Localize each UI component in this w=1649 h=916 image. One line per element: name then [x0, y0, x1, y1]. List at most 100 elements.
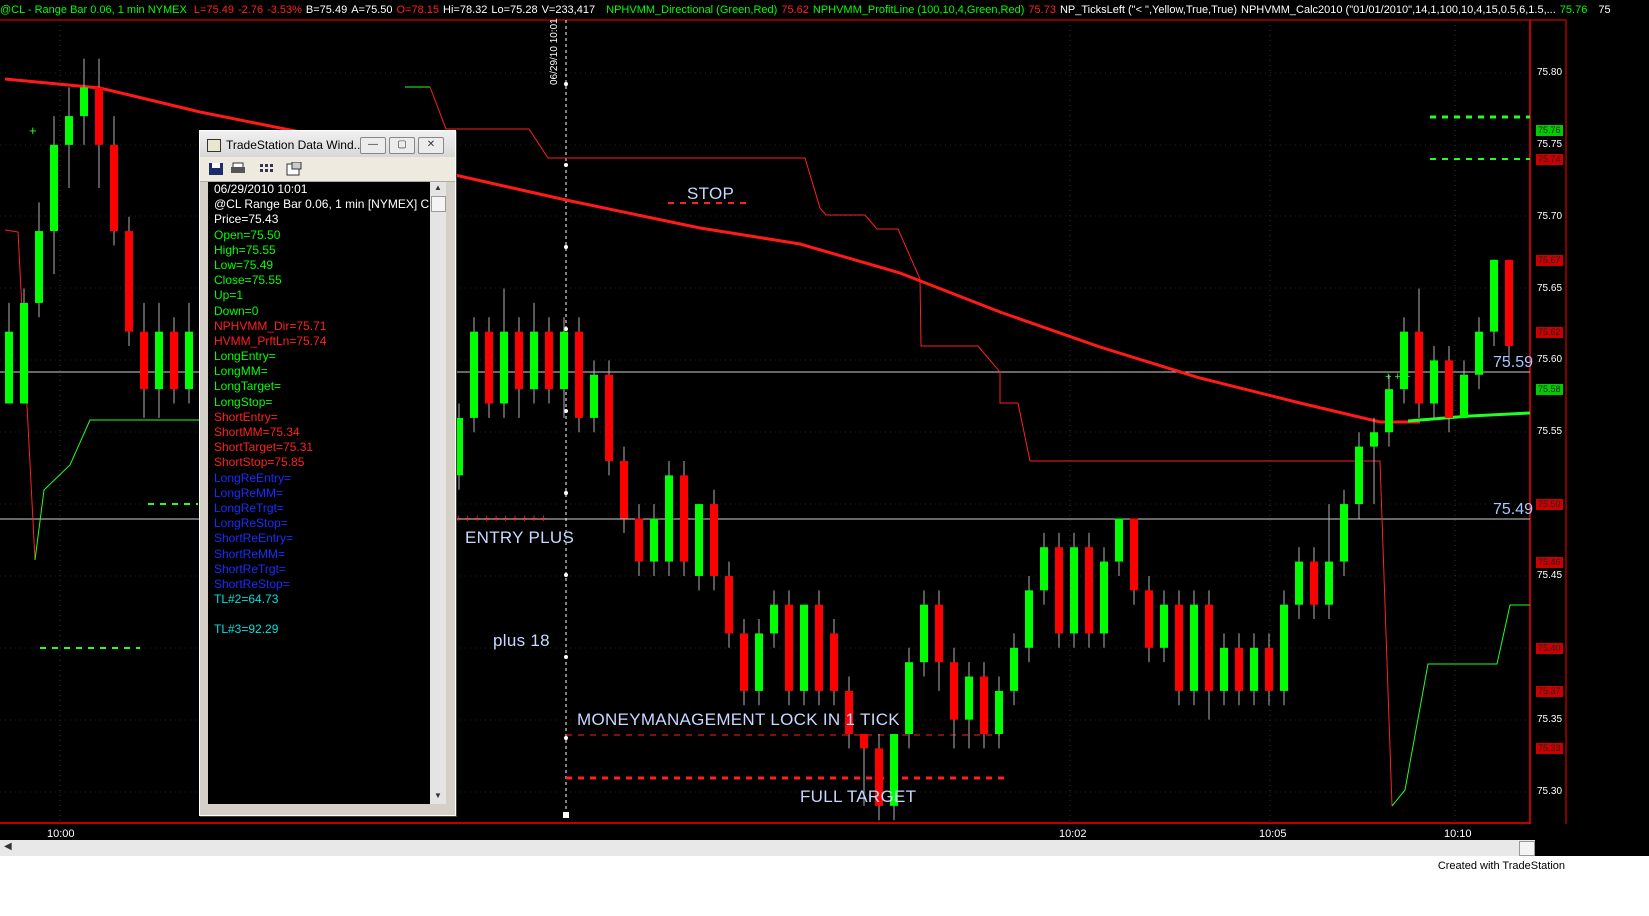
chart-horizontal-scrollbar[interactable]: ◀	[0, 840, 1535, 856]
candle-body-down	[605, 374, 613, 461]
candle	[1250, 633, 1258, 706]
chart-header: @CL - Range Bar 0.06, 1 min NYMEX L=75.4…	[0, 0, 1649, 20]
candle-body-up	[5, 331, 13, 404]
level-label-lower: 75.49	[1493, 501, 1534, 518]
data-window-line: LongEntry=	[214, 349, 276, 364]
price-tick-label: 75.70	[1537, 210, 1563, 222]
candle	[1145, 575, 1153, 663]
data-window-line: @CL Range Bar 0.06, 1 min [NYMEX] C	[214, 197, 430, 212]
candle	[590, 360, 598, 433]
candle-body-up	[1325, 561, 1333, 605]
annotation-entry-plus: ENTRY PLUS	[465, 528, 575, 547]
candle	[710, 489, 718, 591]
level-label-upper: 75.59	[1493, 354, 1534, 371]
data-window-line: ShortTarget=75.31	[214, 440, 314, 455]
price-tick-label: 75.45	[1537, 569, 1563, 581]
footer: Created with TradeStation	[0, 856, 1649, 916]
candle	[1190, 590, 1198, 706]
candle	[95, 58, 103, 188]
candle-body-up	[1385, 389, 1393, 433]
data-window-app-icon	[207, 139, 221, 152]
candle	[1340, 489, 1348, 576]
data-window-line: Low=75.49	[214, 257, 274, 272]
candle	[170, 317, 178, 404]
data-window-line: ShortReTrgt=	[214, 561, 286, 576]
candle	[20, 288, 28, 404]
candle-body-up	[1370, 432, 1378, 447]
quote-value: B=75.49	[305, 4, 348, 16]
candle	[575, 317, 583, 433]
scroll-left-arrow-icon[interactable]: ◀	[4, 841, 12, 852]
candle-body-up	[185, 331, 193, 390]
candle-body-up	[695, 504, 703, 576]
candle	[1205, 590, 1213, 720]
candle	[785, 590, 793, 706]
candle	[1280, 590, 1288, 706]
candle	[80, 58, 88, 145]
candle-body-up	[50, 144, 58, 232]
data-window-line: HVMM_PrftLn=75.74	[214, 333, 327, 348]
candle-body-down	[950, 662, 958, 720]
data-window-line: Price=75.43	[214, 212, 279, 227]
maximize-button[interactable]: ▢	[389, 137, 415, 154]
minimize-button[interactable]: —	[360, 137, 386, 154]
save-icon[interactable]	[208, 162, 224, 176]
candle-body-up	[665, 475, 673, 562]
candle-body-down	[140, 331, 148, 390]
candle	[155, 302, 163, 418]
data-window[interactable]: TradeStation Data Wind... — ▢ ✕ 06/29/20…	[199, 130, 456, 816]
candle	[1220, 633, 1228, 706]
candle	[1040, 532, 1048, 605]
data-window-titlebar[interactable]: TradeStation Data Wind... — ▢ ✕	[200, 131, 455, 157]
data-window-scrollbar[interactable]: ▲ ▼	[430, 182, 446, 804]
data-window-line: LongReMM=	[214, 485, 284, 500]
candle-body-up	[1220, 647, 1228, 691]
directional-line-green	[1407, 411, 1531, 423]
candle-body-up	[995, 690, 1003, 735]
candle-body-down	[485, 331, 493, 404]
data-window-line: ShortStop=75.85	[214, 455, 305, 470]
candle-body-down	[170, 331, 178, 390]
scroll-thumb[interactable]	[431, 196, 446, 212]
candle	[140, 302, 148, 418]
data-window-line: LongMM=	[214, 364, 268, 379]
candle	[185, 302, 193, 404]
candle-body-down	[860, 734, 868, 749]
candle-body-down	[575, 331, 583, 418]
candle	[695, 504, 703, 591]
candle-body-up	[1190, 604, 1198, 691]
close-button[interactable]: ✕	[418, 137, 444, 154]
candle-body-up	[455, 417, 463, 476]
grid-icon[interactable]	[258, 162, 274, 176]
candle-body-up	[770, 604, 778, 634]
annotation-stop: STOP	[687, 184, 735, 203]
price-marker-box: 75.67	[1536, 254, 1563, 266]
candle-body-up	[650, 518, 658, 562]
candle	[65, 87, 73, 188]
candle-body-down	[1235, 647, 1243, 691]
time-label-1002: 10:02	[1059, 828, 1087, 840]
candle	[1160, 590, 1168, 663]
data-window-line: LongStop=	[214, 394, 273, 409]
print-icon[interactable]	[230, 162, 246, 176]
candle-body-up	[500, 331, 508, 404]
candle-body-down	[1175, 604, 1183, 691]
price-tick-label: 75.35	[1537, 713, 1563, 725]
candle	[905, 647, 913, 749]
candle	[950, 647, 958, 749]
properties-icon[interactable]	[286, 162, 302, 176]
green-plus-mark: +	[29, 123, 37, 138]
candle-body-down	[1310, 561, 1318, 605]
horizontal-scroll-thumb[interactable]	[1519, 841, 1535, 856]
candle-body-up	[1475, 331, 1483, 375]
candle	[725, 561, 733, 648]
scroll-down-arrow-icon[interactable]: ▼	[430, 791, 446, 803]
price-tick-label: 75.55	[1537, 426, 1563, 438]
candle-body-up	[1160, 604, 1168, 648]
candle-body-down	[95, 87, 103, 145]
candle	[1460, 360, 1468, 418]
indicator-value: 75.76	[1559, 4, 1588, 16]
candle-body-down	[545, 331, 553, 390]
scroll-up-arrow-icon[interactable]: ▲	[430, 183, 446, 195]
price-marker-box: 75.74	[1536, 154, 1563, 166]
